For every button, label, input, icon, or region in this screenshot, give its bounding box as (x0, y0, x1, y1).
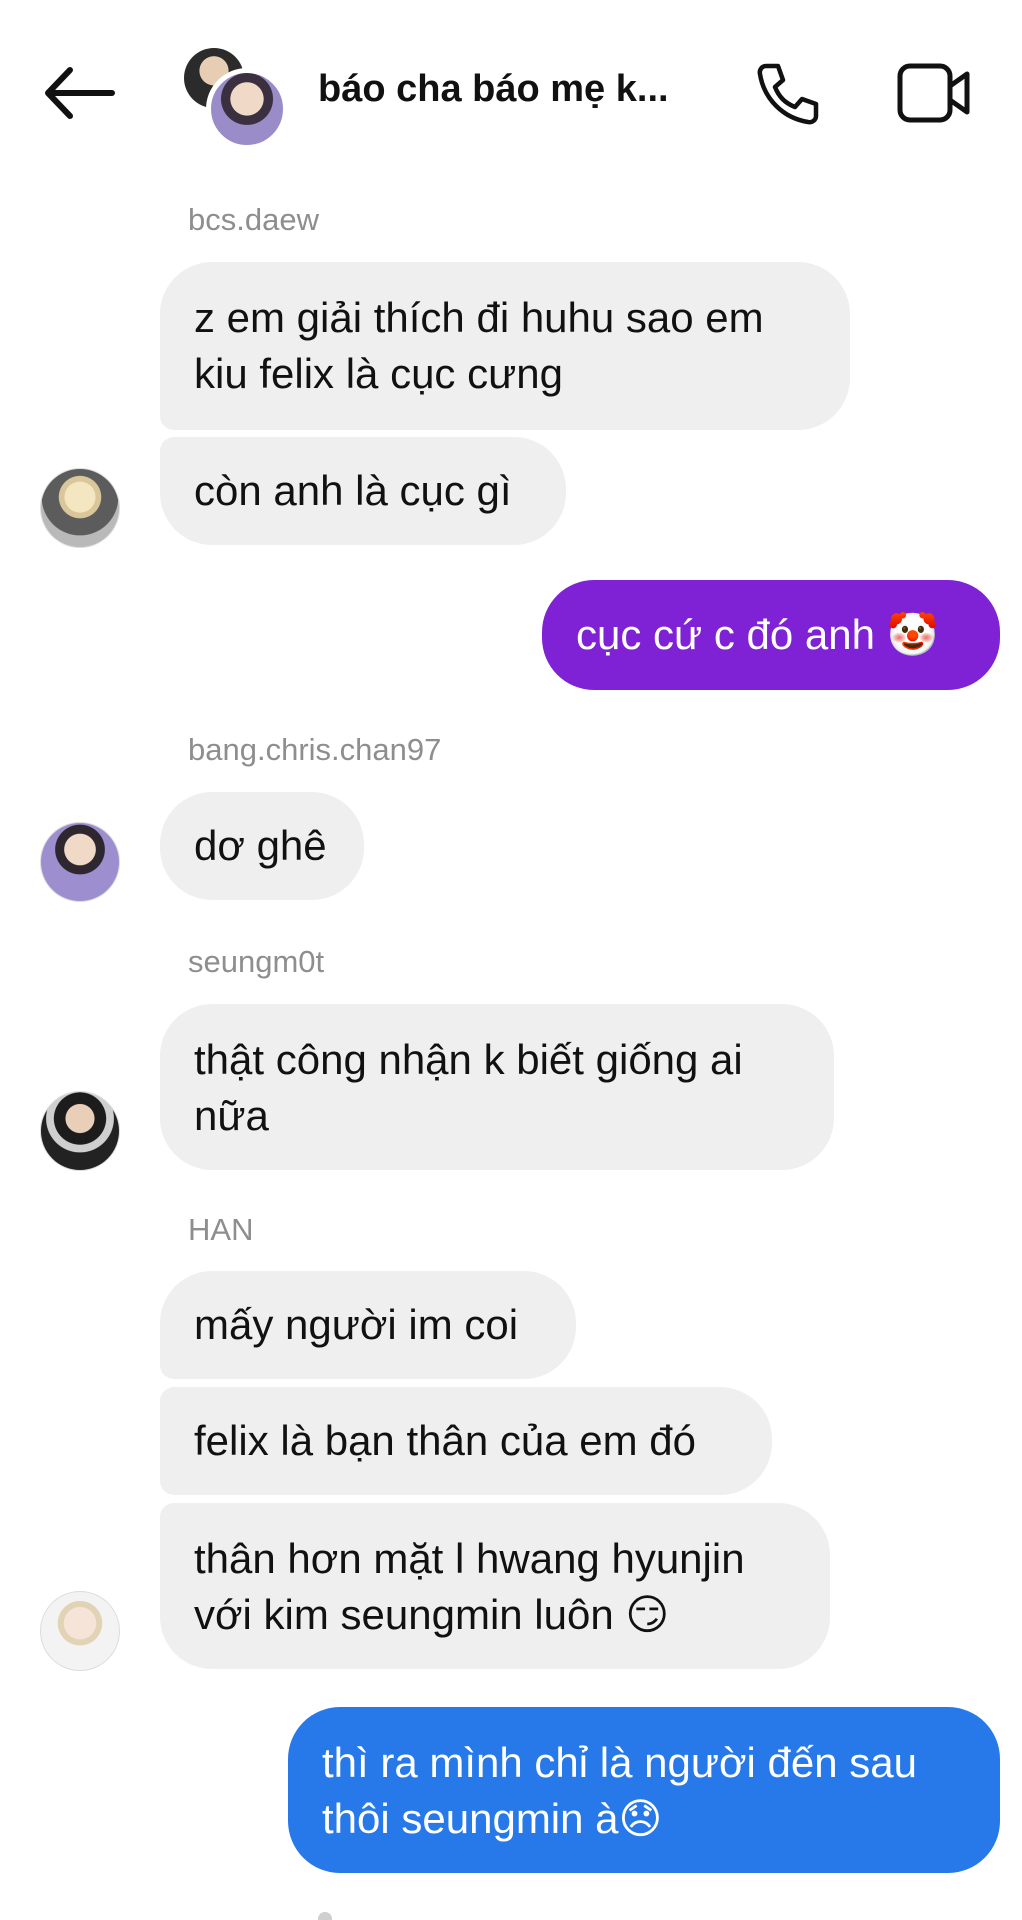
message-line: kiu felix là cục cưng (194, 350, 563, 397)
message-line: còn anh là cục gì (194, 467, 512, 514)
message-bubble[interactable]: còn anh là cục gì (160, 437, 566, 545)
sender-name: bcs.daew (188, 202, 319, 237)
message-line: thật công nhận k biết giống ai (194, 1036, 743, 1083)
message-bubble[interactable]: z em giải thích đi huhu sao em kiu felix… (160, 262, 850, 430)
message-line: thân hơn mặt l hwang hyunjin (194, 1535, 745, 1582)
group-avatar[interactable] (184, 48, 288, 150)
message-bubble[interactable]: dơ ghê (160, 792, 364, 900)
message-bubble[interactable]: felix là bạn thân của em đó (160, 1387, 772, 1495)
message-bubble[interactable]: mấy người im coi (160, 1271, 576, 1379)
outgoing-message-bubble[interactable]: thì ra mình chỉ là người đến sau thôi se… (288, 1707, 1000, 1873)
video-camera-icon (897, 63, 970, 123)
message-text: cục cứ c đó anh (576, 611, 875, 658)
message-bubble[interactable]: thân hơn mặt l hwang hyunjin với kim seu… (160, 1503, 830, 1669)
chat-title[interactable]: báo cha báo mẹ k... (318, 68, 669, 111)
arrow-left-icon (45, 67, 115, 119)
avatar[interactable] (40, 822, 120, 902)
message-line: thôi seungmin à😞 (322, 1791, 966, 1847)
disappointed-emoji: 😞 (618, 1794, 663, 1843)
message-bubble[interactable]: thật công nhận k biết giống ai nữa (160, 1004, 834, 1170)
group-avatar-front (206, 68, 288, 150)
avatar[interactable] (40, 1591, 120, 1671)
message-line: thì ra mình chỉ là người đến sau (322, 1739, 917, 1786)
avatar[interactable] (40, 1091, 120, 1171)
message-line: mấy người im coi (194, 1301, 519, 1348)
sender-name: seungm0t (188, 944, 325, 979)
message-line: dơ ghê (194, 822, 327, 869)
message-line: z em giải thích đi huhu sao em (194, 294, 764, 341)
message-line-text: với kim seungmin luôn (194, 1591, 614, 1638)
outgoing-message-bubble[interactable]: cục cứ c đó anh 🤡 (542, 580, 1000, 690)
chat-header: báo cha báo mẹ k... (0, 0, 1022, 190)
back-button[interactable] (40, 58, 120, 128)
message-line: nữa (194, 1092, 269, 1139)
sender-name: HAN (188, 1212, 254, 1247)
clown-emoji: 🤡 (886, 610, 939, 659)
sender-name: bang.chris.chan97 (188, 732, 442, 767)
message-line: với kim seungmin luôn 😏 (194, 1587, 796, 1643)
phone-icon (757, 63, 819, 125)
smirk-emoji: 😏 (625, 1590, 670, 1639)
avatar[interactable] (40, 468, 120, 548)
call-button[interactable] (752, 58, 824, 130)
message-line-text: thôi seungmin à (322, 1795, 619, 1842)
message-line: felix là bạn thân của em đó (194, 1417, 696, 1464)
seen-indicator (318, 1912, 332, 1920)
video-call-button[interactable] (896, 60, 972, 126)
